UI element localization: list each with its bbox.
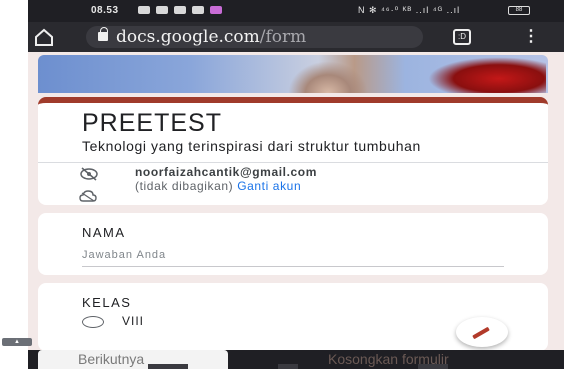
visibility-off-icon	[80, 167, 98, 181]
status-indicators: N ✻ ⁴⁶·⁰ ᴷᴮ ..ıl ⁴ᴳ ..ıl	[358, 5, 461, 15]
nama-input[interactable]: Jawaban Anda	[82, 249, 504, 267]
notification-icon	[138, 6, 150, 14]
form-description: Teknologi yang terinspirasi dari struktu…	[82, 138, 421, 154]
send-icon	[156, 6, 168, 14]
banner-decoration	[288, 61, 368, 93]
battery-icon: 88	[508, 6, 530, 15]
nav-home-icon[interactable]	[278, 364, 298, 369]
more-menu-icon[interactable]: ⋮	[523, 28, 539, 46]
home-icon[interactable]	[32, 27, 56, 47]
next-button[interactable]: Berikutnya	[38, 350, 228, 369]
cloud-off-icon	[79, 190, 97, 202]
send-icon	[174, 6, 186, 14]
url-path: /form	[259, 27, 307, 47]
pencil-icon	[472, 326, 490, 340]
phone-screen: 08.53 N ✻ ⁴⁶·⁰ ᴷᴮ ..ıl ⁴ᴳ ..ıl 88 docs.g…	[28, 0, 564, 369]
scroll-badge-icon: ▲	[2, 338, 32, 346]
question-label: NAMA	[82, 225, 126, 240]
url-domain: docs.google.com	[116, 27, 260, 47]
nav-recent-icon[interactable]	[418, 364, 448, 369]
edit-fab-button[interactable]	[456, 317, 508, 347]
divider	[38, 162, 548, 163]
question-card-nama: NAMA Jawaban Anda	[38, 213, 548, 275]
status-bar: 08.53 N ✻ ⁴⁶·⁰ ᴷᴮ ..ıl ⁴ᴳ ..ıl 88	[28, 0, 564, 22]
lock-icon	[98, 27, 108, 41]
not-shared-text: (tidak dibagikan)	[135, 179, 234, 193]
option-label: VIII	[122, 314, 145, 328]
browser-toolbar: docs.google.com/form :D ⋮	[28, 22, 564, 52]
url-bar[interactable]: docs.google.com/form	[86, 26, 423, 48]
nav-back-icon[interactable]	[148, 364, 188, 369]
account-email: noorfaizahcantik@gmail.com	[135, 165, 318, 179]
form-header-card: PREETEST Teknologi yang terinspirasi dar…	[38, 97, 548, 205]
switch-account-link[interactable]: Ganti akun	[237, 179, 301, 193]
tabs-button[interactable]: :D	[453, 29, 471, 45]
radio-option-viii[interactable]	[82, 316, 104, 328]
form-title: PREETEST	[82, 109, 222, 137]
image-icon	[192, 6, 204, 14]
header-image	[38, 55, 548, 93]
app-icon	[210, 6, 222, 14]
banner-car	[428, 57, 546, 93]
account-status: (tidak dibagikan) Ganti akun	[135, 179, 301, 193]
status-time: 08.53	[91, 5, 119, 16]
question-label: KELAS	[82, 295, 132, 310]
